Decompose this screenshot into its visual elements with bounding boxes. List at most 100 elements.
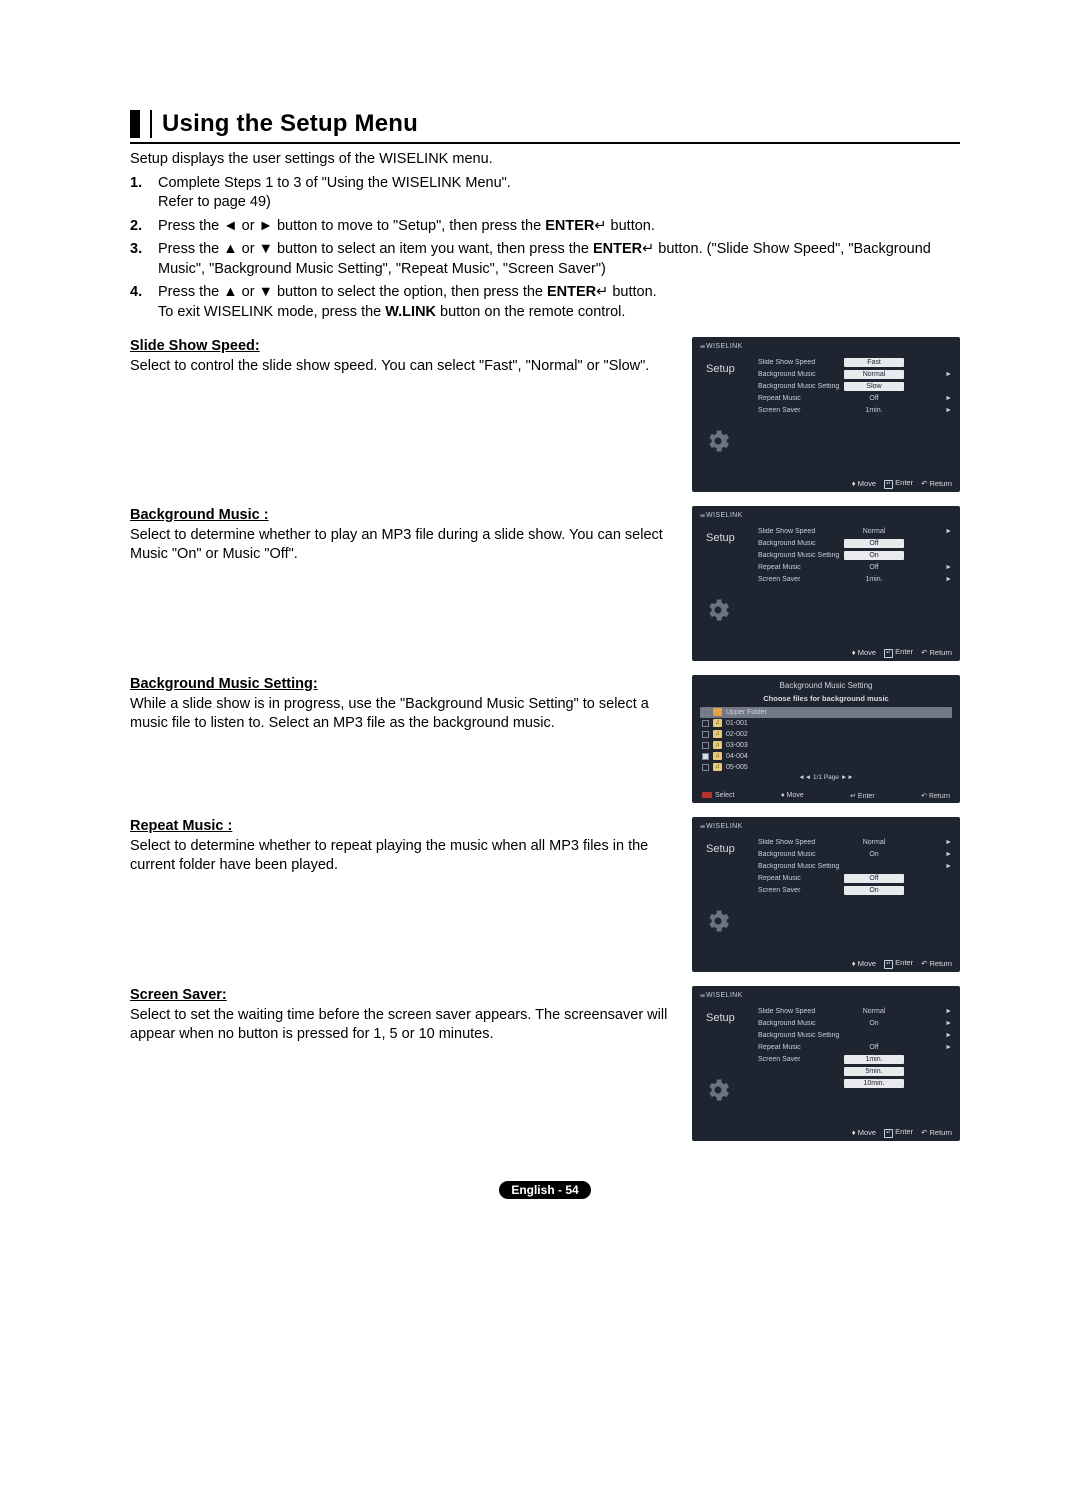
intro-text: Setup displays the user settings of the … [130,150,960,170]
section-body: Select to control the slide show speed. … [130,357,676,376]
file-item: ♫02-002 [702,729,950,740]
music-icon: ♫ [713,719,722,727]
hint-bar: ♦ Move ↵ Enter ↶ Return [792,958,952,969]
step-num: 4. [130,283,158,322]
arrow-right-icon: ► [945,564,952,571]
arrow-right-icon: ► [945,395,952,402]
checkbox-icon [702,742,709,749]
file-item: ♫05-005 [702,762,950,773]
section-slide-show-speed: Slide Show Speed: Select to control the … [130,337,680,377]
hint-bar: ♦ Move ↵ Enter ↶ Return [792,1127,952,1138]
page-title: Using the Setup Menu [150,110,960,138]
file-item: ♫03-003 [702,740,950,751]
manual-page: Using the Setup Menu Setup displays the … [0,0,1080,1259]
arrow-right-icon: ► [945,851,952,858]
gear-icon [704,1076,732,1104]
enter-icon: ↵ [884,960,893,969]
tv-screenshot-bgm-setting: Background Music Setting Choose files fo… [692,675,960,803]
section-repeat-music: Repeat Music : Select to determine wheth… [130,817,680,876]
return-hint: ↶ Return [921,648,952,657]
file-upper-folder: Upper Folder [700,707,952,718]
return-hint: ↶ Return [921,1128,952,1137]
arrow-right-icon: ► [945,407,952,414]
file-list: Upper Folder ♫01-001 ♫02-002 ♫03-003 ♫04… [702,707,950,773]
opt-bg-music: Background MusicOn► [758,1018,952,1030]
section-background-music: Background Music : Select to determine w… [130,506,680,565]
step-num: 2. [130,217,158,237]
section-body: Select to determine whether to repeat pl… [130,837,676,875]
step-text: Press the ▲ or ▼ button to select the op… [158,283,960,322]
wiselink-brand: WISELINK [700,343,743,350]
enter-icon: ↵ [884,1129,893,1138]
file-item: ♫04-004 [702,751,950,762]
return-hint: ↶ Return [921,792,950,800]
enter-icon: ↵ [884,480,893,489]
folder-icon [713,708,722,716]
page-number-pill: English - 54 [499,1181,590,1199]
step-text: Complete Steps 1 to 3 of "Using the WISE… [158,174,960,213]
arrow-right-icon: ► [945,839,952,846]
opt-bg-music-setting: Background Music Setting► [758,1030,952,1042]
title-block: Using the Setup Menu [130,110,960,138]
checkbox-icon [702,753,709,760]
enter-hint: ↵ Enter [884,958,913,969]
move-hint: ♦ Move [852,648,876,657]
title-rule [130,142,960,144]
opt-repeat: Repeat MusicOff► [758,1042,952,1054]
section-screen-saver: Screen Saver: Select to set the waiting … [130,986,680,1045]
select-hint: Select [702,792,734,800]
opt-slide-speed: Slide Show SpeedFast [758,357,952,369]
opt-screen-saver: Screen Saver1min.► [758,405,952,417]
steps-list: 1. Complete Steps 1 to 3 of "Using the W… [130,174,960,323]
hint-bar: ♦ Move ↵ Enter ↶ Return [792,647,952,658]
tv-screenshot-repeat: WISELINK Setup Slide Show SpeedNormal► B… [692,817,960,972]
setup-label: Setup [706,843,735,855]
section-bg-music-setting: Background Music Setting: While a slide … [130,675,680,734]
tv-screenshot-bg-music: WISELINK Setup Slide Show SpeedNormal► B… [692,506,960,661]
move-hint: ♦ Move [781,792,804,800]
checkbox-icon [702,709,709,716]
section-heading: Slide Show Speed: [130,337,676,356]
opt-screen-saver: Screen Saver1min. [758,1054,952,1066]
arrow-right-icon: ► [945,1044,952,1051]
move-hint: ♦ Move [852,479,876,488]
opt-repeat: Repeat MusicOff [758,873,952,885]
enter-hint: ↵ Enter [884,478,913,489]
bgm-title: Background Music Setting [692,675,960,690]
step-num: 1. [130,174,158,213]
opt-bg-music: Background MusicOff [758,538,952,550]
checkbox-icon [702,731,709,738]
move-hint: ♦ Move [852,1128,876,1137]
music-icon: ♫ [713,741,722,749]
section-body: Select to set the waiting time before th… [130,1006,676,1044]
step-text: Press the ▲ or ▼ button to select an ite… [158,240,960,279]
tv-screenshot-slide-speed: WISELINK Setup Slide Show SpeedFast Back… [692,337,960,492]
section-heading: Screen Saver: [130,986,676,1005]
wiselink-brand: WISELINK [700,512,743,519]
setup-label: Setup [706,1012,735,1024]
opt-slide-speed: Slide Show SpeedNormal► [758,526,952,538]
opt-bg-music-setting: Background Music SettingOn [758,550,952,562]
section-body: Select to determine whether to play an M… [130,526,676,564]
section-heading: Repeat Music : [130,817,676,836]
arrow-right-icon: ► [945,1032,952,1039]
bgm-subtitle: Choose files for background music [692,694,960,703]
opt-bg-music-setting: Background Music Setting► [758,861,952,873]
enter-hint: ↵ Enter [884,647,913,658]
hint-bar: ♦ Move ↵ Enter ↶ Return [792,478,952,489]
opt-screen-saver: Screen SaverOn [758,885,952,897]
music-icon: ♫ [713,752,722,760]
opt-ss-alt: 5min. [758,1066,952,1078]
tv-screenshot-screen-saver: WISELINK Setup Slide Show SpeedNormal► B… [692,986,960,1141]
enter-icon: ↵ [850,793,856,800]
checkbox-icon [702,720,709,727]
opt-ss-alt: 10min. [758,1078,952,1090]
section-body: While a slide show is in progress, use t… [130,695,676,733]
music-icon: ♫ [713,730,722,738]
return-hint: ↶ Return [921,479,952,488]
section-heading: Background Music Setting: [130,675,676,694]
arrow-right-icon: ► [945,371,952,378]
enter-hint: ↵ Enter [850,792,875,800]
arrow-right-icon: ► [945,576,952,583]
return-hint: ↶ Return [921,959,952,968]
